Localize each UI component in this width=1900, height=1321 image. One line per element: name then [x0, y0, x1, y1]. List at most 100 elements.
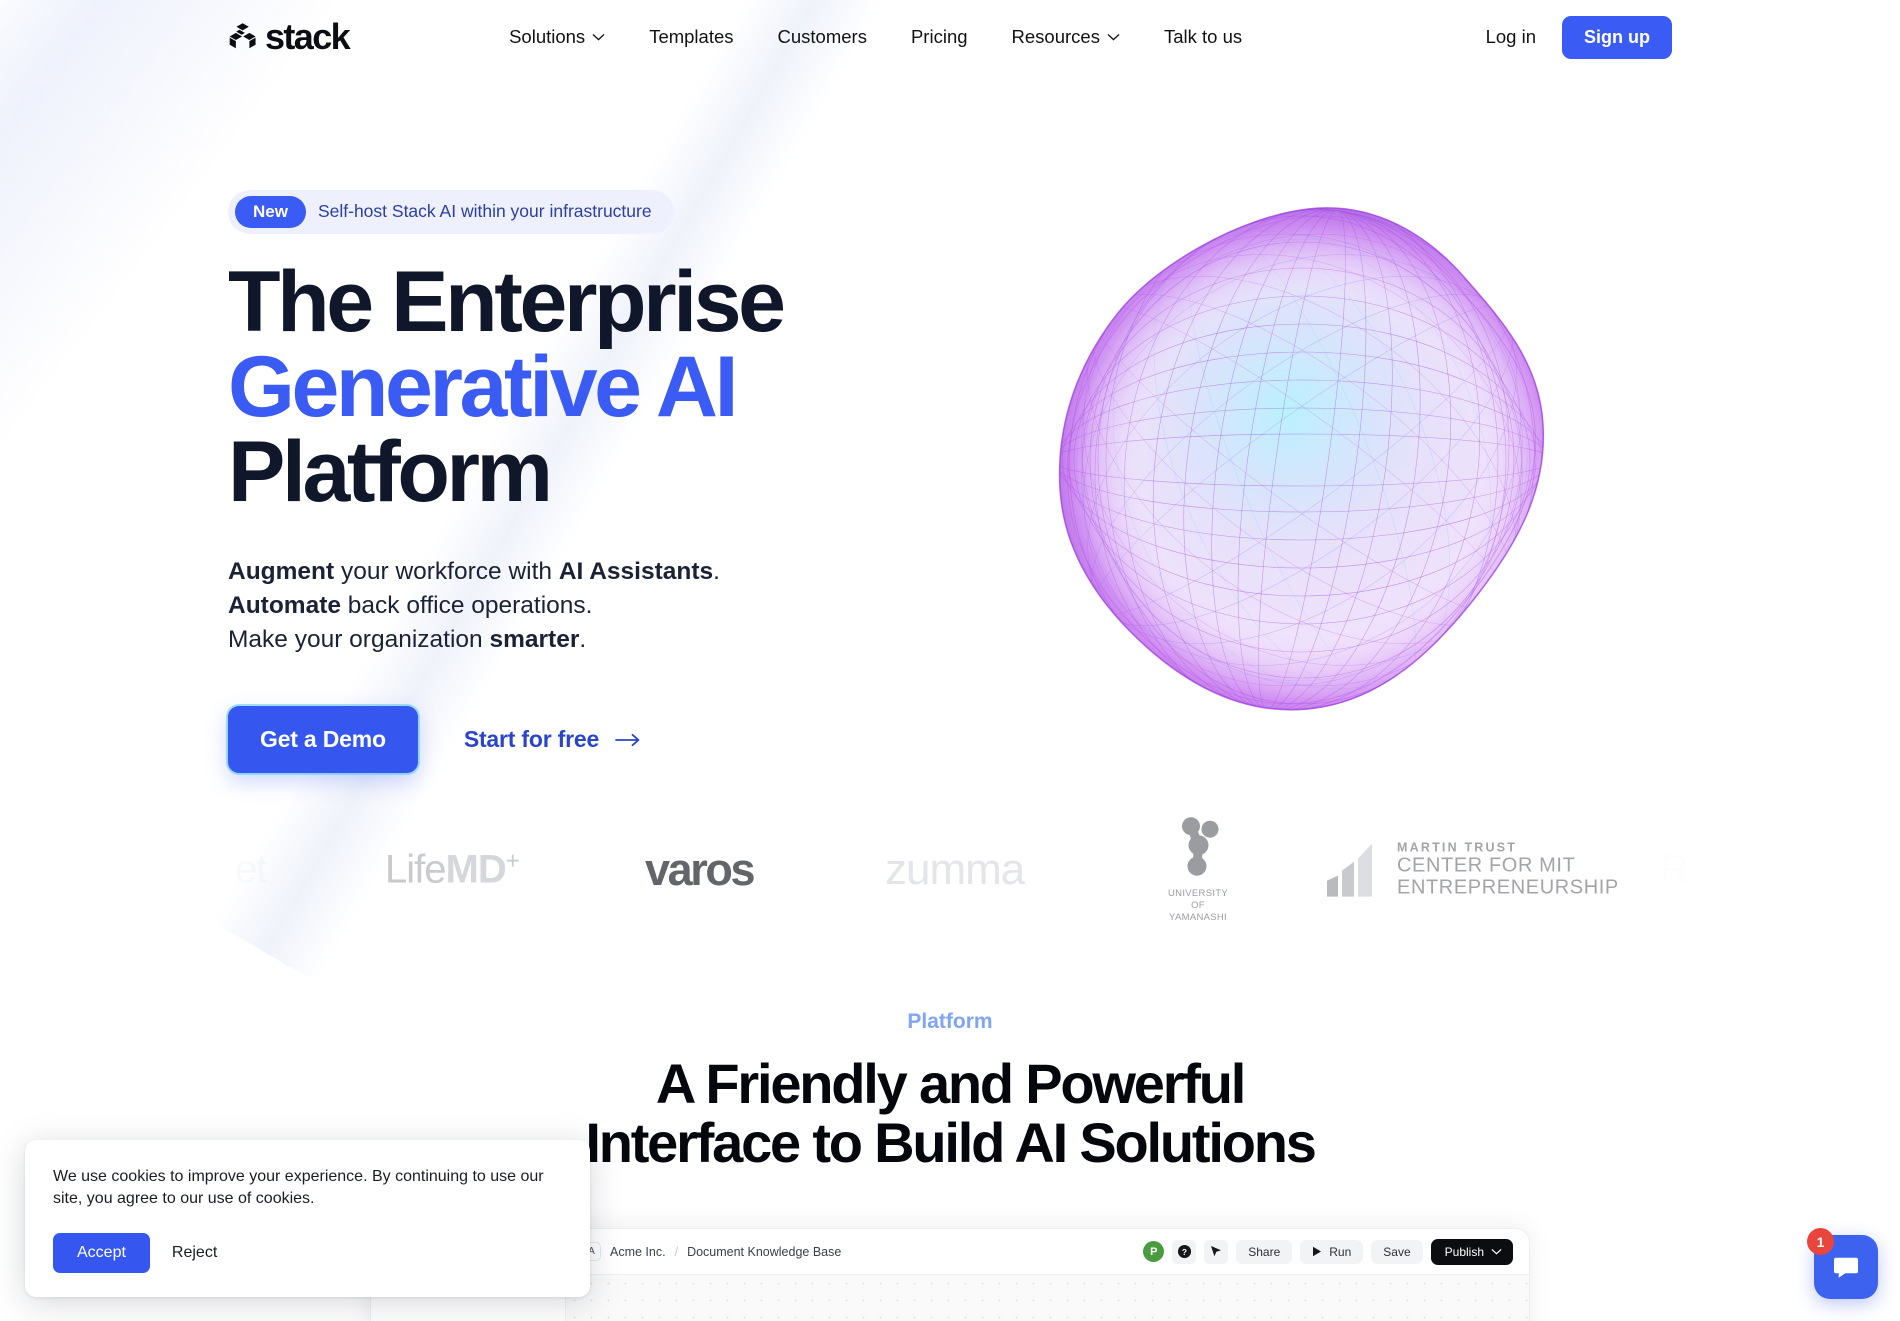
- subheading-line-1: Augment your workforce with AI Assistant…: [228, 555, 1068, 589]
- nav-label-solutions: Solutions: [509, 26, 586, 47]
- mit-bars-icon: [1327, 844, 1372, 897]
- cookie-accept-button[interactable]: Accept: [53, 1233, 150, 1273]
- nav-label-resources: Resources: [1011, 26, 1100, 47]
- chat-unread-badge: 1: [1807, 1228, 1834, 1255]
- logo-mit-martin-trust: MARTIN TRUST CENTER FOR MIT ENTREPRENEUR…: [1325, 841, 1619, 900]
- stack-cubes-icon: [229, 23, 256, 49]
- logo-et-text: et: [235, 847, 267, 892]
- arrow-right-icon: [615, 733, 640, 746]
- sub1-bold-assistants: AI Assistants: [558, 557, 714, 585]
- app-canvas[interactable]: [566, 1275, 1529, 1321]
- announcement-pill[interactable]: New Self-host Stack AI within your infra…: [228, 190, 674, 234]
- logo-et: et: [235, 847, 267, 893]
- nav-item-pricing[interactable]: Pricing: [911, 26, 968, 48]
- sub1-mid: your workforce with: [334, 557, 559, 585]
- nav-item-talk-to-us[interactable]: Talk to us: [1164, 26, 1242, 48]
- subheading-line-2: Automate back office operations.: [228, 589, 1068, 623]
- cookie-consent-banner: We use cookies to improve your experienc…: [25, 1139, 590, 1297]
- nav-item-templates[interactable]: Templates: [649, 26, 733, 48]
- chat-bubble-icon: [1834, 1257, 1858, 1278]
- play-icon: [1313, 1246, 1322, 1257]
- logo-zumma: zumma: [885, 845, 1025, 895]
- hero-section: New Self-host Stack AI within your infra…: [0, 0, 1900, 820]
- yamanashi-mark-icon: [1182, 817, 1219, 876]
- header-actions: Log in Sign up: [1486, 15, 1672, 59]
- brand-name: stack: [265, 16, 351, 57]
- hero-content: New Self-host Stack AI within your infra…: [228, 190, 1068, 774]
- mit-line2: ENTREPRENEURSHIP: [1397, 877, 1619, 899]
- hero-subheading: Augment your workforce with AI Assistant…: [228, 555, 1068, 656]
- cookie-reject-button[interactable]: Reject: [172, 1244, 217, 1262]
- headline-line-3: Platform: [228, 423, 553, 520]
- platform-eyebrow: Platform: [907, 1010, 993, 1033]
- uy-caption: UNIVERSITY OF YAMANASHI: [1168, 888, 1228, 924]
- site-header: stack Solutions Templates Customers Pric…: [0, 0, 1900, 74]
- breadcrumb-org[interactable]: Acme Inc.: [610, 1245, 666, 1259]
- cookie-message: We use cookies to improve your experienc…: [53, 1167, 544, 1208]
- headline-line-2: Generative AI: [228, 338, 738, 435]
- login-link[interactable]: Log in: [1486, 26, 1536, 48]
- start-for-free-label: Start for free: [463, 726, 600, 753]
- nav-label-pricing: Pricing: [910, 26, 968, 47]
- sub2-bold-automate: Automate: [228, 591, 341, 619]
- logo-lifemd-light: Life: [385, 847, 446, 892]
- app-toolbar-actions: P ? Share Run Save Publish: [1143, 1238, 1513, 1265]
- signup-button[interactable]: Sign up: [1562, 15, 1672, 59]
- logo-partial-right: R: [1660, 848, 1689, 893]
- chat-widget-button[interactable]: 1: [1807, 1228, 1878, 1299]
- platform-title-line-1: A Friendly and Powerful: [655, 1052, 1246, 1115]
- uy-group: UNIVERSITY OF YAMANASHI: [1168, 816, 1228, 924]
- app-main-area: A Acme Inc. / Document Knowledge Base P …: [566, 1229, 1529, 1321]
- nav-label-talk-to-us: Talk to us: [1163, 26, 1243, 47]
- publish-button[interactable]: Publish: [1430, 1238, 1513, 1265]
- nav-item-solutions[interactable]: Solutions: [509, 26, 605, 48]
- svg-text:?: ?: [1182, 1247, 1187, 1257]
- subheading-line-3: Make your organization smarter.: [228, 623, 1068, 657]
- run-button[interactable]: Run: [1300, 1239, 1364, 1264]
- logo-varos: varos: [645, 844, 755, 896]
- primary-nav: Solutions Templates Customers Pricing Re…: [509, 26, 1242, 48]
- announcement-badge: New: [235, 196, 306, 228]
- nav-item-resources[interactable]: Resources: [1012, 26, 1120, 48]
- announcement-text: Self-host Stack AI within your infrastru…: [317, 201, 652, 222]
- mit-top: MARTIN TRUST: [1397, 840, 1518, 855]
- chevron-down-icon: [592, 34, 605, 41]
- hero-headline: The Enterprise Generative AI Platform: [228, 253, 1068, 520]
- help-circle-icon: ?: [1177, 1244, 1191, 1259]
- logo-lifemd: LifeMD+: [385, 847, 520, 892]
- brand-logo[interactable]: stack: [228, 16, 351, 57]
- page-root: stack Solutions Templates Customers Pric…: [0, 0, 1900, 1321]
- start-for-free-link[interactable]: Start for free: [464, 726, 641, 753]
- publish-label: Publish: [1444, 1244, 1484, 1259]
- breadcrumb-separator: /: [674, 1244, 679, 1259]
- wireframe-mesh-blob-icon: [1058, 207, 1545, 711]
- get-a-demo-button[interactable]: Get a Demo: [228, 706, 418, 774]
- share-button[interactable]: Share: [1236, 1239, 1293, 1264]
- nav-label-customers: Customers: [777, 26, 867, 47]
- nav-item-customers[interactable]: Customers: [778, 26, 867, 48]
- mit-line1: CENTER FOR MIT: [1397, 854, 1576, 877]
- help-button[interactable]: ?: [1172, 1239, 1197, 1264]
- uy-line3: YAMANASHI: [1169, 911, 1227, 923]
- headline-line-1: The Enterprise: [228, 253, 786, 350]
- chevron-down-icon: [1107, 34, 1120, 41]
- hero-mesh-blob-visual: [1040, 195, 1580, 735]
- logo-lifemd-text: LifeMD+: [385, 847, 520, 892]
- mit-caption: MARTIN TRUST CENTER FOR MIT ENTREPRENEUR…: [1397, 841, 1619, 900]
- mit-group: MARTIN TRUST CENTER FOR MIT ENTREPRENEUR…: [1325, 841, 1619, 900]
- sub2-rest: back office operations.: [340, 591, 593, 619]
- sub3-end: .: [579, 625, 587, 653]
- sub1-bold-augment: Augment: [228, 557, 335, 585]
- uy-line2: OF: [1191, 900, 1205, 912]
- app-toolbar: A Acme Inc. / Document Knowledge Base P …: [566, 1229, 1529, 1275]
- user-avatar[interactable]: P: [1143, 1241, 1165, 1262]
- hero-cta-row: Get a Demo Start for free: [228, 706, 1068, 774]
- breadcrumb-project[interactable]: Document Knowledge Base: [687, 1245, 841, 1259]
- cursor-tool-button[interactable]: [1204, 1239, 1229, 1264]
- logo-lifemd-bold: MD: [445, 847, 507, 892]
- customer-logo-strip: et LifeMD+ varos zumma UNIVERSITY OF YAM…: [0, 810, 1900, 930]
- save-button[interactable]: Save: [1371, 1239, 1423, 1264]
- sub3-start: Make your organization: [228, 625, 490, 653]
- logo-varos-text: varos: [645, 844, 755, 895]
- run-label: Run: [1329, 1244, 1352, 1259]
